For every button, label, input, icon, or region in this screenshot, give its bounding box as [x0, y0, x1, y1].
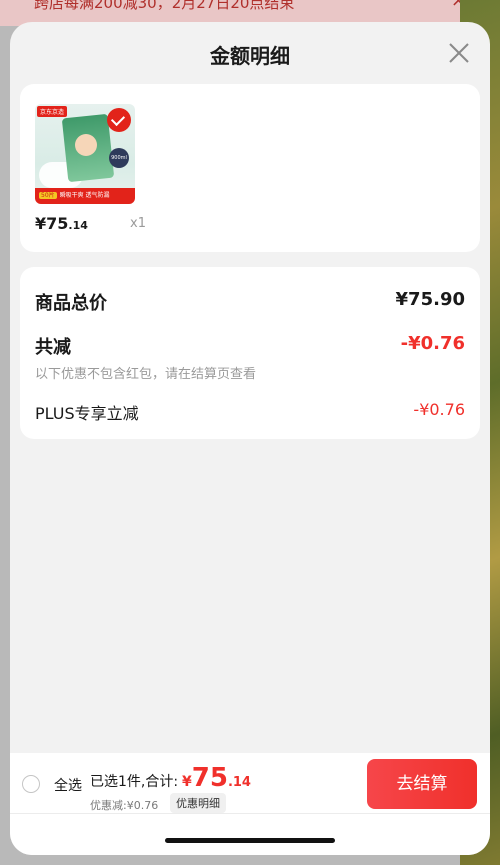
product-thumbnail[interactable]: 京东京造 900ml 50片 瞬吸干爽 透气防漏: [35, 104, 135, 204]
item-price-main: ¥75: [35, 214, 69, 233]
total-price-label: 商品总价: [35, 293, 107, 314]
select-all-checkbox[interactable]: [22, 775, 40, 793]
price-integer: 75: [191, 763, 228, 793]
home-indicator: [165, 838, 335, 843]
sheet-title: 金额明细: [210, 44, 290, 68]
checkout-total-price: ¥75.14: [182, 763, 251, 793]
select-all-label[interactable]: 全选: [54, 775, 82, 795]
item-price-cents: .14: [68, 219, 88, 232]
baby-face-graphic: [75, 134, 97, 156]
check-badge-icon: [107, 108, 131, 132]
close-icon[interactable]: [448, 42, 470, 64]
count-tag: 50片: [39, 192, 57, 199]
price-decimal: .14: [227, 775, 251, 790]
checkout-button[interactable]: 去结算: [367, 759, 477, 809]
size-badge: 900ml: [109, 148, 129, 168]
plus-discount-label: PLUS专享立减: [35, 404, 139, 423]
checkout-bar: 全选 已选1件,合计: ¥75.14 优惠减:¥0.76 优惠明细 去结算: [10, 753, 490, 855]
item-price: ¥75.14: [35, 214, 88, 233]
discount-summary: 优惠减:¥0.76: [90, 799, 159, 812]
product-card: 京东京造 900ml 50片 瞬吸干爽 透气防漏 ¥75.14 x1: [20, 84, 480, 252]
divider: [10, 813, 490, 814]
total-price-value: ¥75.90: [395, 289, 465, 310]
discount-detail-button[interactable]: 优惠明细: [170, 793, 226, 813]
plus-discount-value: -¥0.76: [413, 400, 465, 419]
feature-text: 瞬吸干爽 透气防漏: [59, 192, 110, 199]
price-symbol: ¥: [182, 774, 192, 790]
brand-tag: 京东京造: [37, 106, 68, 117]
item-quantity: x1: [130, 216, 146, 231]
selected-count-text: 已选1件,合计:: [90, 774, 179, 790]
total-reduction-value: -¥0.76: [400, 333, 465, 354]
price-summary-card: 商品总价 ¥75.90 共减 -¥0.76 以下优惠不包含红包，请在结算页查看 …: [20, 267, 480, 439]
banner-text: 跨店每满200减30，2月27日20点结束: [34, 0, 295, 12]
reduction-note: 以下优惠不包含红包，请在结算页查看: [35, 367, 257, 382]
product-feature-strip: 50片 瞬吸干爽 透气防漏: [35, 188, 135, 204]
total-reduction-label: 共减: [35, 337, 71, 358]
amount-detail-sheet: 金额明细 京东京造 900ml 50片 瞬吸干爽 透气防漏 ¥75.14 x1 商…: [10, 22, 490, 855]
